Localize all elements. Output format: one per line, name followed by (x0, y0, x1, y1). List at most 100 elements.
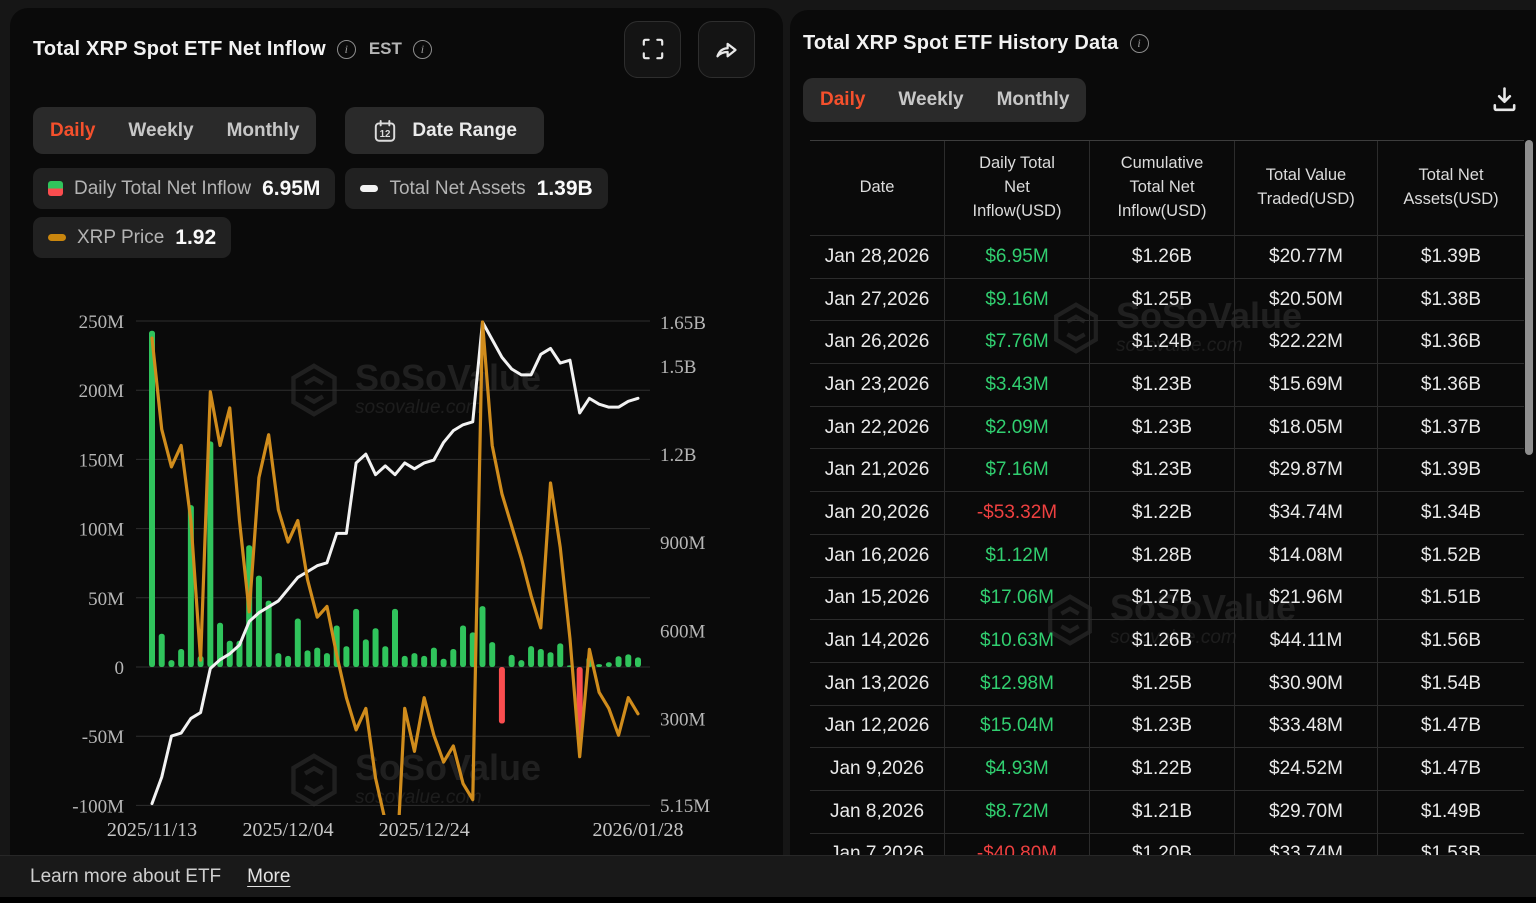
assets-series-chip (360, 185, 379, 192)
tab-monthly[interactable]: Monthly (227, 120, 300, 142)
svg-text:900M: 900M (660, 533, 706, 554)
column-header: Date (810, 141, 945, 236)
svg-text:-50M: -50M (82, 727, 124, 748)
table-row: Jan 13,2026 $12.98M $1.25B $30.90M $1.54B (810, 662, 1524, 706)
column-header: Total Net Assets(USD) (1378, 141, 1524, 236)
traded-cell: $44.11M (1235, 620, 1378, 663)
inflow-cell: $17.06M (945, 577, 1090, 621)
footer-more-link[interactable]: More (247, 866, 290, 888)
legend-total-net-assets[interactable]: Total Net Assets 1.39B (345, 168, 608, 209)
date-cell: Jan 28,2026 (810, 236, 945, 279)
tab-daily[interactable]: Daily (50, 120, 95, 142)
chart-legend-row-2: XRP Price 1.92 (33, 217, 232, 258)
traded-cell: $34.74M (1235, 492, 1378, 535)
assets-cell: $1.47B (1378, 706, 1524, 749)
svg-text:200M: 200M (79, 381, 125, 402)
fullscreen-button[interactable] (624, 20, 681, 78)
share-button[interactable] (698, 20, 755, 78)
svg-text:2026/01/28: 2026/01/28 (592, 819, 683, 841)
history-tab-monthly[interactable]: Monthly (997, 89, 1070, 111)
date-cell: Jan 27,2026 (810, 278, 945, 322)
history-tab-daily[interactable]: Daily (820, 89, 865, 111)
assets-cell: $1.56B (1378, 620, 1524, 663)
fullscreen-icon (642, 38, 663, 60)
title-info-icon[interactable]: i (336, 39, 356, 59)
download-button[interactable] (1489, 84, 1520, 120)
history-table: Date Daily Total Net Inflow(USD) Cumulative T… (810, 140, 1524, 855)
calendar-icon: 12 (375, 119, 396, 142)
assets-cell: $1.36B (1378, 364, 1524, 407)
traded-cell: $22.22M (1235, 321, 1378, 365)
svg-text:0: 0 (115, 658, 125, 679)
table-row: Jan 23,2026 $3.43M $1.23B $15.69M $1.36B (810, 364, 1524, 407)
cumulative-cell: $1.25B (1090, 278, 1235, 322)
date-cell: Jan 7,2026 (810, 833, 945, 855)
price-series-chip (48, 234, 66, 241)
svg-text:600M: 600M (660, 621, 706, 642)
traded-cell: $33.74M (1235, 833, 1378, 855)
svg-text:-100M: -100M (72, 796, 124, 817)
inflow-cell: $8.72M (945, 790, 1090, 834)
history-period-tab-group: Daily Weekly Monthly (803, 78, 1087, 122)
cumulative-cell: $1.24B (1090, 321, 1235, 365)
inflow-series-chip (48, 181, 63, 196)
legend-value: 6.95M (262, 176, 321, 200)
cumulative-cell: $1.28B (1090, 534, 1235, 578)
date-cell: Jan 8,2026 (810, 790, 945, 834)
table-header-row: Date Daily Total Net Inflow(USD) Cumulative T… (810, 140, 1524, 236)
assets-cell: $1.47B (1378, 748, 1524, 791)
table-row: Jan 22,2026 $2.09M $1.23B $18.05M $1.37B (810, 406, 1524, 450)
date-range-button[interactable]: 12 Date Range (345, 107, 544, 154)
date-cell: Jan 14,2026 (810, 620, 945, 663)
tab-weekly[interactable]: Weekly (128, 120, 193, 142)
table-row: Jan 16,2026 $1.12M $1.28B $14.08M $1.52B (810, 534, 1524, 578)
table-row: Jan 20,2026 -$53.32M $1.22B $34.74M $1.34B (810, 492, 1524, 535)
date-cell: Jan 20,2026 (810, 492, 945, 535)
date-cell: Jan 12,2026 (810, 705, 945, 749)
svg-text:1.5B: 1.5B (660, 357, 696, 378)
legend-xrp-price[interactable]: XRP Price 1.92 (33, 217, 232, 258)
est-info-icon[interactable]: i (412, 39, 432, 59)
cumulative-cell: $1.20B (1090, 833, 1235, 855)
assets-cell: $1.38B (1378, 279, 1524, 322)
inflow-cell: $12.98M (945, 662, 1090, 706)
chart-legend-row-1: Daily Total Net Inflow 6.95M Total Net A… (33, 168, 608, 209)
table-row: Jan 27,2026 $9.16M $1.25B $20.50M $1.38B (810, 278, 1524, 322)
inflow-cell: $4.93M (945, 748, 1090, 791)
history-info-icon[interactable]: i (1129, 33, 1149, 53)
svg-text:12: 12 (380, 128, 391, 139)
bottom-strip (0, 897, 1536, 903)
cumulative-cell: $1.27B (1090, 577, 1235, 621)
inflow-cell: $9.16M (945, 278, 1090, 322)
legend-daily-net-inflow[interactable]: Daily Total Net Inflow 6.95M (33, 168, 336, 209)
assets-cell: $1.37B (1378, 407, 1524, 450)
date-cell: Jan 15,2026 (810, 577, 945, 621)
cumulative-cell: $1.23B (1090, 364, 1235, 407)
inflow-cell: $1.12M (945, 534, 1090, 578)
inflow-cell: $3.43M (945, 364, 1090, 407)
date-range-label: Date Range (412, 119, 517, 141)
inflow-cell: $2.09M (945, 406, 1090, 450)
cumulative-cell: $1.23B (1090, 449, 1235, 493)
table-body: Jan 28,2026 $6.95M $1.26B $20.77M $1.39B Jan … (810, 236, 1524, 855)
table-row: Jan 8,2026 $8.72M $1.21B $29.70M $1.49B (810, 790, 1524, 834)
table-row: Jan 7,2026 -$40.80M $1.20B $33.74M $1.53B (810, 833, 1524, 855)
date-cell: Jan 21,2026 (810, 449, 945, 493)
traded-cell: $20.77M (1235, 236, 1378, 279)
table-scrollbar[interactable] (1525, 140, 1533, 455)
history-tab-weekly[interactable]: Weekly (898, 89, 963, 111)
history-controls: Daily Weekly Monthly (803, 78, 1087, 122)
svg-text:50M: 50M (88, 589, 124, 610)
legend-label: XRP Price (77, 226, 165, 248)
date-cell: Jan 16,2026 (810, 534, 945, 578)
download-icon (1493, 87, 1516, 112)
legend-label: Total Net Assets (389, 177, 526, 199)
column-header: Total Value Traded(USD) (1235, 141, 1378, 236)
assets-cell: $1.51B (1378, 578, 1524, 621)
svg-text:2025/12/04: 2025/12/04 (243, 819, 334, 841)
traded-cell: $29.87M (1235, 449, 1378, 493)
column-header: Cumulative Total Net Inflow(USD) (1090, 141, 1235, 236)
assets-cell: $1.36B (1378, 321, 1524, 365)
timezone-label: EST (368, 39, 402, 58)
footer-bar: Learn more about ETF More (0, 855, 1536, 897)
